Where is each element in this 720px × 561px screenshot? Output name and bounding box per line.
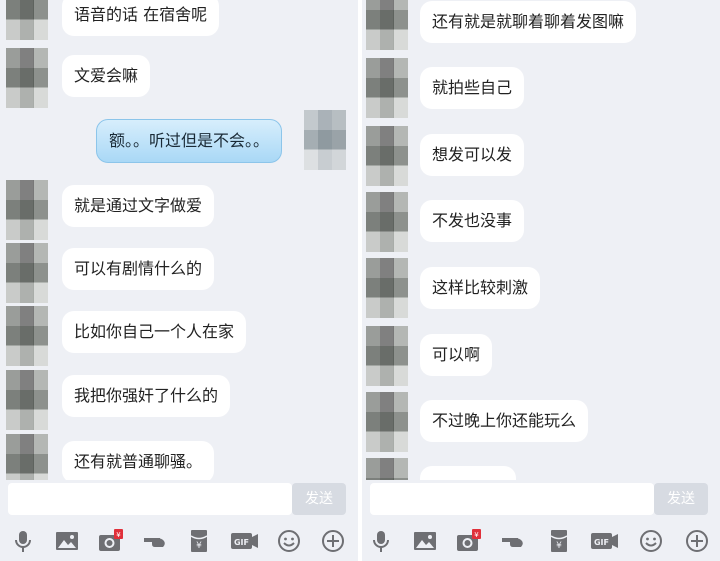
input-bar: 发送 [362, 480, 720, 520]
self-avatar[interactable] [304, 110, 346, 170]
message-bubble[interactable]: 还有就普通聊骚。 [62, 441, 215, 480]
camera-redpacket-icon[interactable]: ¥ [456, 528, 482, 554]
message-bubble[interactable]: 不发也没事 [420, 200, 525, 242]
chat-toolbar: ¥ ¥ GIF [362, 522, 720, 561]
input-bar: 发送 [0, 480, 358, 520]
envelope-mark: ¥ [556, 541, 562, 551]
contact-avatar[interactable] [366, 458, 408, 480]
envelope-mark: ¥ [196, 541, 202, 551]
camera-redpacket-icon[interactable]: ¥ [98, 528, 124, 554]
message-bubble[interactable]: 语音的话 在宿舍呢 [62, 0, 220, 36]
message-bubble[interactable]: 可以啊 [420, 334, 493, 376]
contact-avatar[interactable] [6, 370, 48, 430]
message-bubble[interactable]: 我把你强奸了什么的 [62, 375, 231, 417]
message-bubble[interactable]: 就拍些自己 [420, 67, 525, 109]
message-bubble[interactable]: 就是通过文字做爱 [62, 185, 215, 227]
contact-avatar[interactable] [6, 180, 48, 240]
message-bubble[interactable]: 可以有剧情什么的 [62, 248, 215, 290]
contact-avatar[interactable] [6, 48, 48, 108]
send-button[interactable]: 发送 [654, 483, 708, 515]
message-bubble[interactable]: 这样比较刺激 [420, 267, 541, 309]
contact-avatar[interactable] [366, 392, 408, 452]
message-input[interactable] [370, 483, 654, 515]
outgoing-message-bubble[interactable]: 额。。听过但是不会。。 [96, 119, 283, 163]
send-button[interactable]: 发送 [292, 483, 346, 515]
contact-avatar[interactable] [366, 0, 408, 50]
poke-icon[interactable] [500, 528, 526, 554]
gif-icon[interactable]: GIF [230, 528, 260, 554]
message-bubble[interactable]: 想发可以发 [420, 134, 525, 176]
message-bubble-partial[interactable] [420, 466, 516, 480]
gif-label: GIF [594, 538, 609, 547]
chat-panel-right: 还有就是就聊着聊着发图嘛 就拍些自己 想发可以发 不发也没事 这样比较刺激 可以… [362, 0, 720, 561]
message-list[interactable]: 语音的话 在宿舍呢 文爱会嘛 额。。听过但是不会。。 就是通过文字做爱 可以有剧… [0, 0, 358, 480]
microphone-icon[interactable] [10, 528, 36, 554]
contact-avatar[interactable] [6, 306, 48, 366]
plus-icon[interactable] [320, 528, 346, 554]
message-bubble[interactable]: 文爱会嘛 [62, 55, 151, 97]
redpacket-badge: ¥ [474, 531, 479, 539]
contact-avatar[interactable] [366, 58, 408, 118]
redpacket-badge: ¥ [116, 531, 121, 539]
chat-panel-left: 语音的话 在宿舍呢 文爱会嘛 额。。听过但是不会。。 就是通过文字做爱 可以有剧… [0, 0, 358, 561]
chat-screenshot-composite: 语音的话 在宿舍呢 文爱会嘛 额。。听过但是不会。。 就是通过文字做爱 可以有剧… [0, 0, 720, 561]
red-envelope-icon[interactable]: ¥ [546, 528, 572, 554]
message-input[interactable] [8, 483, 292, 515]
message-list[interactable]: 还有就是就聊着聊着发图嘛 就拍些自己 想发可以发 不发也没事 这样比较刺激 可以… [362, 0, 720, 480]
plus-icon[interactable] [684, 528, 710, 554]
contact-avatar[interactable] [366, 192, 408, 252]
message-bubble[interactable]: 还有就是就聊着聊着发图嘛 [420, 1, 637, 43]
contact-avatar[interactable] [6, 0, 48, 40]
contact-avatar[interactable] [366, 326, 408, 386]
emoji-icon[interactable] [638, 528, 664, 554]
chat-toolbar: ¥ ¥ GIF [0, 522, 358, 561]
microphone-icon[interactable] [368, 528, 394, 554]
red-envelope-icon[interactable]: ¥ [186, 528, 212, 554]
message-bubble[interactable]: 比如你自己一个人在家 [62, 311, 247, 353]
contact-avatar[interactable] [6, 434, 48, 480]
gif-icon[interactable]: GIF [590, 528, 620, 554]
contact-avatar[interactable] [6, 243, 48, 303]
contact-avatar[interactable] [366, 126, 408, 186]
emoji-icon[interactable] [276, 528, 302, 554]
message-bubble[interactable]: 不过晚上你还能玩么 [420, 400, 589, 442]
image-icon[interactable] [412, 528, 438, 554]
poke-icon[interactable] [142, 528, 168, 554]
gif-label: GIF [234, 538, 249, 547]
contact-avatar[interactable] [366, 258, 408, 318]
image-icon[interactable] [54, 528, 80, 554]
